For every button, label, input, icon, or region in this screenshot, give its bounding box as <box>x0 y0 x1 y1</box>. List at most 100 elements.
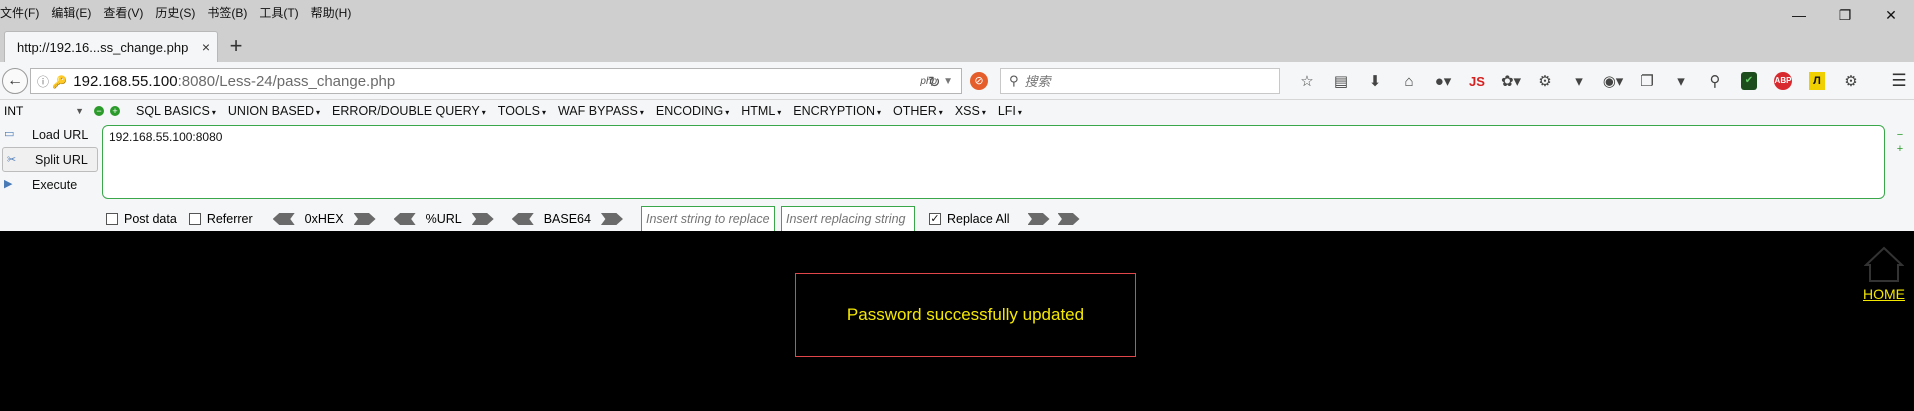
hackbar-options: Post data Referrer 0xHEX %URL BASE64 ✓ R… <box>106 206 1080 232</box>
post-data-checkbox[interactable]: Post data <box>106 212 177 226</box>
reading-list-icon[interactable]: ▤ <box>1324 68 1358 94</box>
menu-encoding[interactable]: ENCODING <box>650 104 735 118</box>
menu-error-double-query[interactable]: ERROR/DOUBLE QUERY <box>326 104 492 118</box>
plus-icon[interactable]: + <box>1894 142 1906 156</box>
bookmark-star-icon[interactable]: ☆ <box>1290 68 1324 94</box>
post-data-label: Post data <box>124 212 177 226</box>
success-message: Password successfully updated <box>846 305 1085 324</box>
shield-icon[interactable]: ✔ <box>1732 68 1766 94</box>
referrer-checkbox[interactable]: Referrer <box>188 212 253 226</box>
menu-bookmarks[interactable]: 书签(B) <box>201 4 253 21</box>
split-url-button[interactable]: ✂ Split URL <box>2 147 98 172</box>
load-url-label: Load URL <box>32 127 89 142</box>
hackbar-type-value: INT <box>4 104 24 118</box>
checkbox-box <box>106 213 118 225</box>
minus-icon[interactable]: − <box>94 106 104 116</box>
menu-view[interactable]: 查看(V) <box>97 4 149 21</box>
plus-icon[interactable]: + <box>110 106 120 116</box>
menu-lfi[interactable]: LFI <box>992 104 1028 118</box>
scissors-icon: ✂ <box>7 154 17 166</box>
split-url-label: Split URL <box>35 152 88 167</box>
menu-tools[interactable]: TOOLS <box>492 104 552 118</box>
url-bar[interactable]: ⓘ 🔑 192.168.55.100:8080/Less-24/pass_cha… <box>30 68 962 94</box>
menu-tools[interactable]: 工具(T) <box>253 4 304 21</box>
back-button[interactable]: ← <box>2 68 28 94</box>
page-content: Password successfully updated HOME <box>0 231 1914 411</box>
menu-other[interactable]: OTHER <box>887 104 949 118</box>
url-encode-label: %URL <box>425 212 462 226</box>
menu-waf-bypass[interactable]: WAF BYPASS <box>552 104 650 118</box>
encode-arrow-left-icon[interactable] <box>511 213 534 225</box>
home-toolbar-icon[interactable]: ⌂ <box>1392 68 1426 94</box>
settings-gear-icon[interactable]: ⚙ <box>1834 68 1868 94</box>
new-tab-button[interactable]: + <box>224 35 248 59</box>
proxy-icon[interactable]: ◉▾ <box>1596 68 1630 94</box>
url-text[interactable]: 192.168.55.100:8080/Less-24/pass_change.… <box>73 73 914 90</box>
tab-active[interactable]: http://192.16...ss_change.php × <box>4 31 218 62</box>
replace-all-checkbox[interactable]: ✓ Replace All <box>928 212 1010 226</box>
hackbar-side-buttons: ▭ Load URL ✂ Split URL ▶ Execute <box>0 122 100 197</box>
extension-yellow-icon[interactable]: Л <box>1800 68 1834 94</box>
menu-edit[interactable]: 编辑(E) <box>45 4 97 21</box>
menu-sql-basics[interactable]: SQL BASICS <box>130 104 222 118</box>
extension-color-icon[interactable]: ✿▾ <box>1494 68 1528 94</box>
back-arrow-icon: ← <box>7 72 23 89</box>
screenshot-icon[interactable]: ❐ <box>1630 68 1664 94</box>
play-icon: ▶ <box>4 178 13 190</box>
menu-html[interactable]: HTML <box>735 104 787 118</box>
replace-arrow-icon[interactable] <box>1027 213 1050 225</box>
base64-label: BASE64 <box>543 212 591 226</box>
download-icon[interactable]: ⬇ <box>1358 68 1392 94</box>
base64-encoder: BASE64 <box>511 212 623 226</box>
menu-help[interactable]: 帮助(H) <box>305 4 358 21</box>
home-link[interactable]: HOME <box>1862 245 1906 302</box>
zoom-icon[interactable]: ⚲ <box>1698 68 1732 94</box>
search-bar[interactable]: ⚲ <box>1000 68 1280 94</box>
extension-menu-icon[interactable]: ▾ <box>1562 68 1596 94</box>
replace-with-input[interactable] <box>780 206 915 232</box>
encode-arrow-right-icon[interactable] <box>471 213 494 225</box>
menu-xss[interactable]: XSS <box>949 104 992 118</box>
encode-arrow-right-icon[interactable] <box>600 213 623 225</box>
load-url-button[interactable]: ▭ Load URL <box>0 122 100 147</box>
replace-arrow-2-icon[interactable] <box>1057 213 1080 225</box>
message-box: Password successfully updated <box>795 273 1136 357</box>
search-input[interactable] <box>1024 73 1265 89</box>
hex-encoder: 0xHEX <box>272 212 376 226</box>
menu-union-based[interactable]: UNION BASED <box>222 104 326 118</box>
menu-encryption[interactable]: ENCRYPTION <box>787 104 887 118</box>
house-icon <box>1863 246 1905 282</box>
extension-globe-icon[interactable]: ●▾ <box>1426 68 1460 94</box>
hex-label: 0xHEX <box>304 212 344 226</box>
restore-icon: ❐ <box>1838 6 1852 23</box>
home-label: HOME <box>1863 286 1905 302</box>
hamburger-menu-icon[interactable]: ☰ <box>1890 72 1908 90</box>
noscript-icon[interactable]: ⊘ <box>970 72 988 90</box>
load-url-icon: ▭ <box>4 128 15 140</box>
menu-bar: 文件(F) 编辑(E) 查看(V) 历史(S) 书签(B) 工具(T) 帮助(H… <box>0 0 1914 24</box>
hackbar-url-textarea[interactable]: 192.168.55.100:8080 <box>102 125 1885 199</box>
minus-icon[interactable]: − <box>1894 128 1906 142</box>
encode-arrow-left-icon[interactable] <box>272 213 295 225</box>
expand-controls: − + <box>1894 128 1906 156</box>
hackbar-type-select[interactable]: INT ▼ <box>0 102 88 120</box>
minimize-icon: — <box>1792 7 1806 23</box>
cookie-icon[interactable]: ⚙ <box>1528 68 1562 94</box>
menu-file[interactable]: 文件(F) <box>0 4 45 21</box>
screenshot-menu-icon[interactable]: ▾ <box>1664 68 1698 94</box>
checkbox-box <box>188 213 201 225</box>
hackbar-toolbar: INT ▼ − + SQL BASICS UNION BASED ERROR/D… <box>0 100 1914 122</box>
menu-history[interactable]: 历史(S) <box>149 4 201 21</box>
execute-button[interactable]: ▶ Execute <box>0 172 100 197</box>
reload-icon[interactable]: ↻ <box>928 73 941 91</box>
url-dropdown-icon[interactable]: ▼ <box>943 76 961 87</box>
js-toggle-icon[interactable]: JS <box>1460 68 1494 94</box>
toolbar-icons: ☆ ▤ ⬇ ⌂ ●▾ JS ✿▾ ⚙ ▾ ◉▾ ❐ ▾ ⚲ ✔ ABP Л ⚙ <box>1290 68 1868 94</box>
site-info-icon[interactable]: ⓘ 🔑 <box>31 73 73 90</box>
encode-arrow-left-icon[interactable] <box>393 213 416 225</box>
encode-arrow-right-icon[interactable] <box>353 213 376 225</box>
replace-search-input[interactable] <box>640 206 775 232</box>
adblock-icon[interactable]: ABP <box>1766 68 1800 94</box>
referrer-label: Referrer <box>206 212 253 226</box>
tab-close-icon[interactable]: × <box>195 39 217 55</box>
